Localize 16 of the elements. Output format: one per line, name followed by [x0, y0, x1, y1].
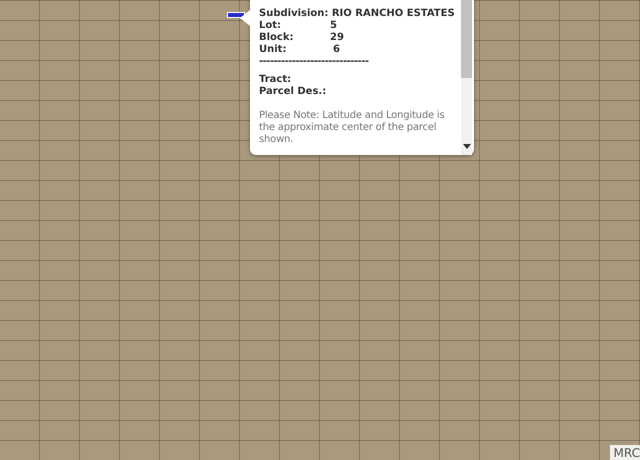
separator-line: ------------------------------	[259, 56, 370, 68]
scrollbar-thumb[interactable]	[461, 0, 472, 78]
note-text: Please Note: Latitude and Longitude is the approximate center of the parcel shown.	[259, 110, 446, 146]
field-label: Lot:	[259, 20, 282, 32]
attribution-text: MRC	[610, 445, 640, 460]
field-label: Tract:	[259, 74, 292, 86]
parcel-marker	[227, 12, 245, 18]
scrollbar[interactable]	[461, 0, 472, 155]
field-value: 29	[329, 32, 345, 44]
field-label: Unit:	[259, 44, 288, 56]
field-value: 6	[332, 44, 341, 56]
field-label: Parcel Des.:	[259, 86, 328, 98]
scroll-down-icon[interactable]	[463, 144, 471, 149]
field-label: Block:	[259, 32, 294, 44]
subdivision-text: Subdivision: RIO RANCHO ESTATES	[259, 8, 456, 20]
field-value: 5	[329, 20, 338, 32]
